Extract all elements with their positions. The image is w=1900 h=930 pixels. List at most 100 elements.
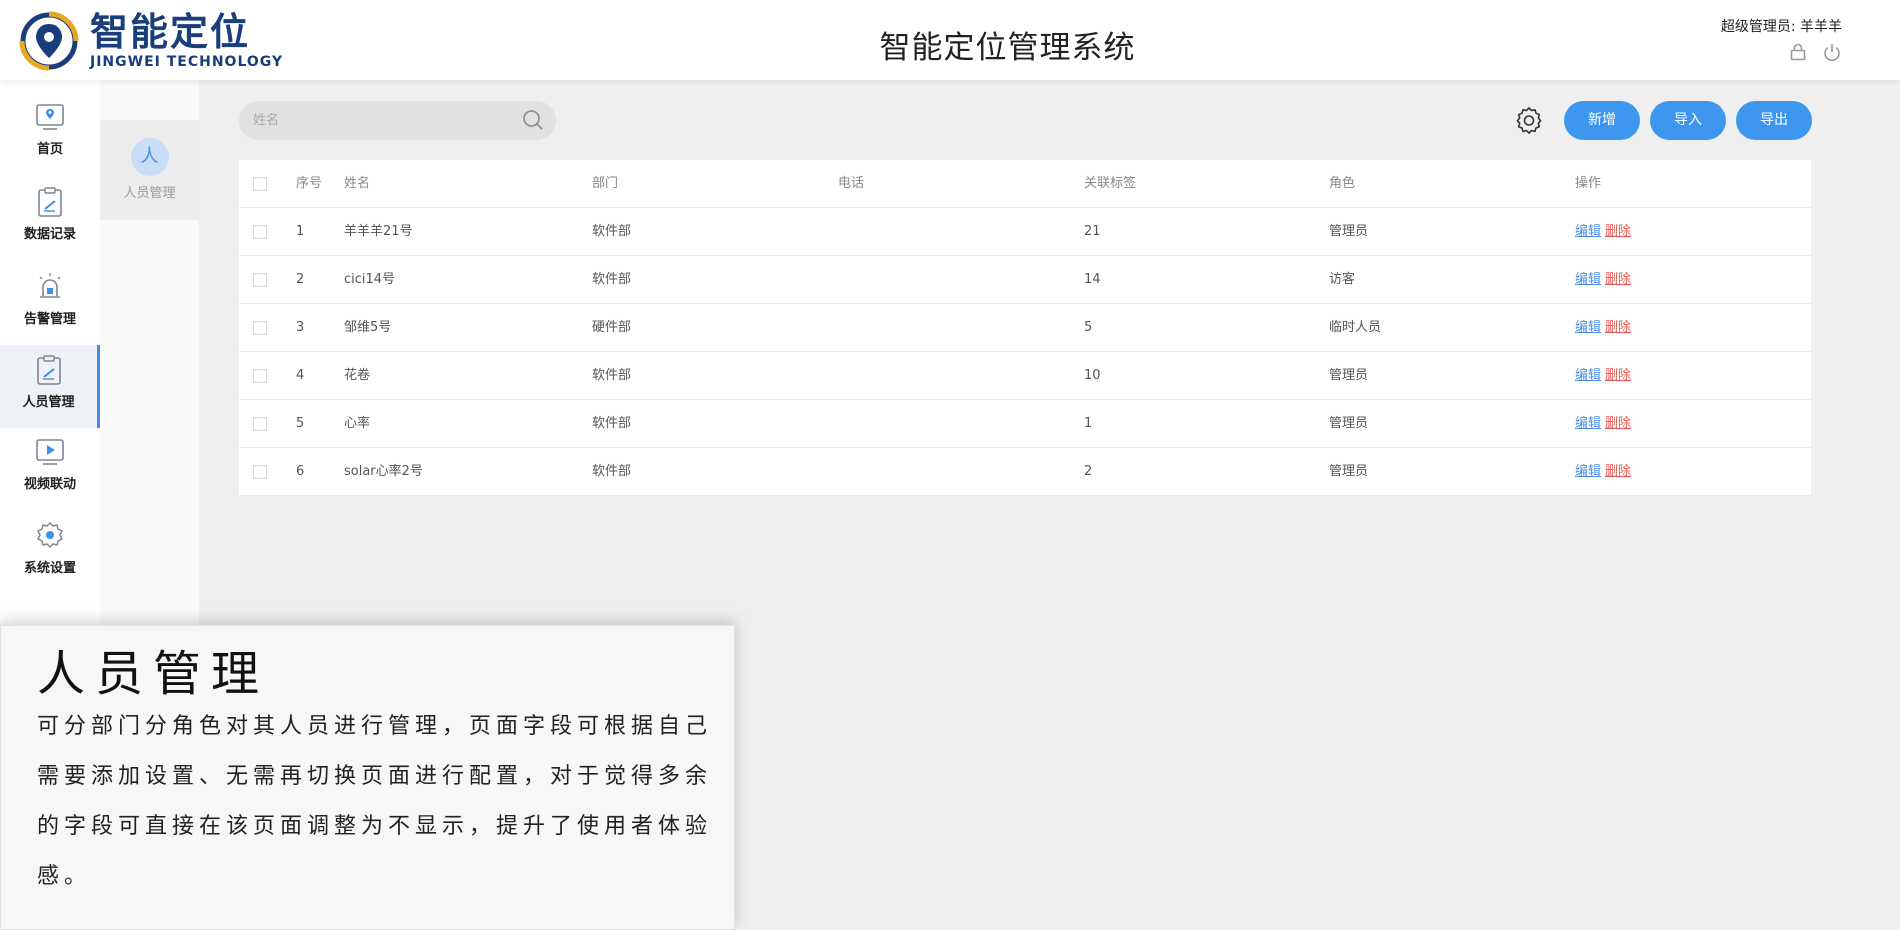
search-box <box>239 101 556 140</box>
table-row: 1 羊羊羊21号 软件部 21 管理员 编辑 删除 <box>239 208 1811 256</box>
edit-link[interactable]: 编辑 <box>1575 416 1601 431</box>
delete-link[interactable]: 删除 <box>1605 320 1631 335</box>
row-checkbox[interactable] <box>253 369 267 383</box>
column-header-department: 部门 <box>592 176 619 191</box>
sidebar-item-personnel[interactable]: 人员管理 <box>0 345 100 428</box>
cell-department: 软件部 <box>592 464 632 479</box>
sidebar-item-label: 视频联动 <box>23 477 76 492</box>
delete-link[interactable]: 删除 <box>1605 416 1631 431</box>
feature-description: 可分部门分角色对其人员进行管理，页面字段可根据自己需要添加设置、无需再切换页面进… <box>37 714 713 889</box>
cell-name: 花卷 <box>344 368 371 383</box>
row-checkbox[interactable] <box>253 417 267 431</box>
table-row: 2 cici14号 软件部 14 访客 编辑 删除 <box>239 256 1811 304</box>
sidebar-item-label: 首页 <box>36 142 63 157</box>
sidebar-item-video[interactable]: 视频联动 <box>0 435 100 511</box>
lock-icon[interactable] <box>1788 42 1808 62</box>
select-all-checkbox[interactable] <box>253 177 267 191</box>
column-settings-gear-icon[interactable] <box>1515 106 1543 134</box>
cell-name: cici14号 <box>344 272 396 287</box>
delete-link[interactable]: 删除 <box>1605 368 1631 383</box>
sidebar-item-label: 人员管理 <box>22 395 75 410</box>
cell-linked-tag: 10 <box>1084 368 1101 383</box>
cell-index: 6 <box>296 464 305 479</box>
import-button[interactable]: 导入 <box>1650 101 1726 140</box>
edit-link[interactable]: 编辑 <box>1575 320 1601 335</box>
person-badge-icon: 人 <box>130 138 169 176</box>
cell-index: 3 <box>296 320 305 335</box>
sidebar-item-home[interactable]: 首页 <box>0 100 100 176</box>
clipboard-edit-icon <box>36 355 61 385</box>
app-title: 智能定位管理系统 <box>879 30 1136 66</box>
cell-name: 邹维5号 <box>344 320 392 335</box>
subbar-item-label: 人员管理 <box>123 186 176 201</box>
cell-linked-tag: 1 <box>1084 416 1093 431</box>
feature-description-panel: 人员管理 可分部门分角色对其人员进行管理，页面字段可根据自己需要添加设置、无需再… <box>0 625 735 930</box>
edit-link[interactable]: 编辑 <box>1575 224 1601 239</box>
cell-linked-tag: 5 <box>1084 320 1093 335</box>
cell-department: 软件部 <box>592 272 632 287</box>
cell-actions: 编辑 删除 <box>1575 208 1631 255</box>
cell-actions: 编辑 删除 <box>1575 256 1631 303</box>
column-header-linked-tag: 关联标签 <box>1084 176 1137 191</box>
sidebar-item-data-records[interactable]: 数据记录 <box>0 185 100 261</box>
cell-role: 管理员 <box>1329 464 1369 479</box>
edit-link[interactable]: 编辑 <box>1575 464 1601 479</box>
sidebar-item-label: 数据记录 <box>23 227 76 242</box>
cell-actions: 编辑 删除 <box>1575 448 1631 495</box>
column-header-actions: 操作 <box>1575 176 1602 191</box>
table-header-row: 序号 姓名 部门 电话 关联标签 角色 操作 <box>239 160 1811 208</box>
cell-linked-tag: 14 <box>1084 272 1101 287</box>
export-button[interactable]: 导出 <box>1736 101 1812 140</box>
cell-name: 羊羊羊21号 <box>344 224 413 239</box>
cell-role: 临时人员 <box>1329 320 1382 335</box>
delete-link[interactable]: 删除 <box>1605 464 1631 479</box>
table-row: 4 花卷 软件部 10 管理员 编辑 删除 <box>239 352 1811 400</box>
column-header-index: 序号 <box>296 176 323 191</box>
cell-department: 软件部 <box>592 224 632 239</box>
personnel-table: 序号 姓名 部门 电话 关联标签 角色 操作 1 羊羊羊21号 软件部 21 管… <box>239 160 1811 496</box>
add-button[interactable]: 新增 <box>1564 101 1640 140</box>
row-checkbox[interactable] <box>253 225 267 239</box>
cell-index: 2 <box>296 272 305 287</box>
cell-role: 管理员 <box>1329 416 1369 431</box>
search-icon[interactable] <box>522 109 544 131</box>
cell-actions: 编辑 删除 <box>1575 352 1631 399</box>
cell-name: solar心率2号 <box>344 464 423 479</box>
cell-linked-tag: 21 <box>1084 224 1101 239</box>
logo[interactable]: 智能定位 JINGWEI TECHNOLOGY <box>18 10 283 72</box>
clipboard-icon <box>38 187 62 217</box>
cell-index: 5 <box>296 416 305 431</box>
cell-role: 管理员 <box>1329 368 1369 383</box>
top-header: 智能定位 JINGWEI TECHNOLOGY 智能定位管理系统 超级管理员: … <box>0 0 1900 80</box>
cell-index: 4 <box>296 368 305 383</box>
column-header-name: 姓名 <box>344 176 371 191</box>
edit-link[interactable]: 编辑 <box>1575 368 1601 383</box>
search-input[interactable] <box>253 113 513 128</box>
power-icon[interactable] <box>1822 42 1842 62</box>
logo-chinese-text: 智能定位 <box>90 10 251 54</box>
edit-link[interactable]: 编辑 <box>1575 272 1601 287</box>
cell-department: 软件部 <box>592 368 632 383</box>
row-checkbox[interactable] <box>253 465 267 479</box>
cell-department: 软件部 <box>592 416 632 431</box>
cell-role: 访客 <box>1329 272 1356 287</box>
sidebar-item-alarms[interactable]: 告警管理 <box>0 270 100 346</box>
cell-department: 硬件部 <box>592 320 632 335</box>
delete-link[interactable]: 删除 <box>1605 272 1631 287</box>
sidebar-item-settings[interactable]: 系统设置 <box>0 519 100 595</box>
sidebar-item-label: 告警管理 <box>23 312 76 327</box>
feature-title: 人员管理 <box>37 646 270 702</box>
home-map-icon <box>36 104 64 130</box>
logo-english-text: JINGWEI TECHNOLOGY <box>90 54 284 70</box>
column-header-phone: 电话 <box>838 176 865 191</box>
cell-actions: 编辑 删除 <box>1575 304 1631 351</box>
table-row: 5 心率 软件部 1 管理员 编辑 删除 <box>239 400 1811 448</box>
subbar-item-personnel[interactable]: 人 人员管理 <box>100 120 199 220</box>
cell-role: 管理员 <box>1329 224 1369 239</box>
row-checkbox[interactable] <box>253 273 267 287</box>
row-checkbox[interactable] <box>253 321 267 335</box>
sidebar-item-label: 系统设置 <box>23 561 76 576</box>
cell-index: 1 <box>296 224 305 239</box>
admin-user-label: 超级管理员: 羊羊羊 <box>1720 19 1842 35</box>
delete-link[interactable]: 删除 <box>1605 224 1631 239</box>
